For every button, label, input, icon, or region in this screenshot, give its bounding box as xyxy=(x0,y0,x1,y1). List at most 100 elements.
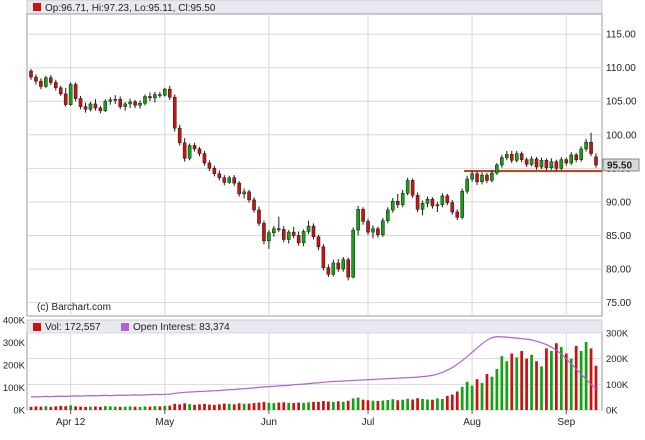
candle-body xyxy=(425,198,430,204)
candle-body xyxy=(415,194,420,210)
candle xyxy=(440,193,445,208)
volume-bar xyxy=(386,399,390,410)
volume-bar xyxy=(401,399,405,410)
volume-bar xyxy=(579,350,583,410)
candle-body xyxy=(177,127,182,144)
volume-right-tick-label: 0K xyxy=(606,406,618,417)
volume-bar xyxy=(178,404,182,410)
candle xyxy=(579,146,583,162)
candle-body xyxy=(217,173,222,179)
volume-bar xyxy=(257,402,261,410)
candle-body xyxy=(63,93,68,105)
candle xyxy=(594,153,598,168)
candle xyxy=(73,82,78,102)
price-tick-label: 75.00 xyxy=(606,298,631,309)
volume-bar xyxy=(421,398,424,410)
candle xyxy=(490,170,494,183)
volume-bar xyxy=(346,400,350,410)
candle-body xyxy=(98,107,103,111)
volume-bars xyxy=(29,341,598,410)
candle xyxy=(529,156,534,167)
volume-bar xyxy=(535,361,538,410)
candle-body xyxy=(108,99,113,102)
candle xyxy=(128,98,132,108)
volume-bar xyxy=(133,406,137,410)
candle xyxy=(306,220,311,235)
candle-body xyxy=(495,164,499,174)
volume-bar xyxy=(217,404,221,410)
candle-body xyxy=(202,153,207,164)
volume-bar xyxy=(138,406,142,410)
volume-bar xyxy=(341,401,345,410)
volume-bar xyxy=(247,403,251,410)
candle-body xyxy=(529,158,534,165)
volume-bar xyxy=(465,381,469,410)
candle-body xyxy=(237,182,241,195)
candle-body xyxy=(455,211,460,218)
volume-bar xyxy=(213,404,216,410)
candle xyxy=(83,102,88,113)
candle xyxy=(301,229,306,247)
candle-body xyxy=(514,153,519,161)
candle-body xyxy=(539,160,544,168)
volume-bar xyxy=(173,403,177,410)
candle xyxy=(34,74,38,85)
volume-left-tick-label: 300K xyxy=(3,338,26,349)
candle xyxy=(123,101,127,111)
candle xyxy=(584,138,588,152)
candle xyxy=(321,244,326,271)
candle-body xyxy=(564,159,569,164)
candle xyxy=(316,234,321,251)
watermark: (c) Barchart.com xyxy=(37,302,111,313)
volume-bar xyxy=(455,391,459,410)
candle xyxy=(480,172,484,185)
candle xyxy=(534,156,539,170)
volume-bar xyxy=(272,403,276,410)
candle xyxy=(187,143,192,161)
candle-body xyxy=(400,192,405,205)
volume-bar xyxy=(252,403,256,410)
volume-bar xyxy=(232,404,236,410)
candle-body xyxy=(182,142,187,159)
price-tick-label: 100.00 xyxy=(606,130,637,141)
volume-bar xyxy=(530,354,533,410)
candle-body xyxy=(227,177,232,183)
candle-body xyxy=(316,236,321,248)
candle-body xyxy=(594,156,598,166)
candle-body xyxy=(386,209,390,221)
volume-bar xyxy=(331,402,335,410)
candle xyxy=(29,69,33,80)
candle-body xyxy=(351,229,355,278)
candle-body xyxy=(123,103,127,107)
candle-body xyxy=(197,148,202,154)
candlestick-series xyxy=(29,69,598,281)
volume-bar xyxy=(64,406,68,410)
candle-body xyxy=(68,84,73,105)
candle-body xyxy=(44,77,48,87)
candle-body xyxy=(465,178,469,192)
candle xyxy=(460,188,464,220)
candle xyxy=(267,230,271,249)
candle-body xyxy=(58,87,63,95)
candle xyxy=(222,175,227,186)
candle xyxy=(395,193,400,208)
volume-bar xyxy=(44,406,48,410)
candle-body xyxy=(192,145,197,150)
candle-body xyxy=(153,94,157,99)
volume-bar xyxy=(143,406,147,410)
volume-bar xyxy=(163,405,167,410)
volume-bar xyxy=(445,395,449,410)
volume-bar xyxy=(336,401,340,410)
candle-body xyxy=(519,153,524,160)
candle-body xyxy=(361,209,365,222)
volume-bar xyxy=(54,406,58,410)
volume-bar xyxy=(89,406,92,410)
candle xyxy=(509,150,514,163)
volume-bar xyxy=(589,348,593,410)
open-interest-legend-label: Open Interest: 83,374 xyxy=(133,322,230,333)
candle-body xyxy=(143,96,147,104)
candle-body xyxy=(534,158,539,168)
volume-bar xyxy=(188,404,191,410)
volume-bar xyxy=(564,353,568,410)
header-series-swatch xyxy=(33,3,41,11)
